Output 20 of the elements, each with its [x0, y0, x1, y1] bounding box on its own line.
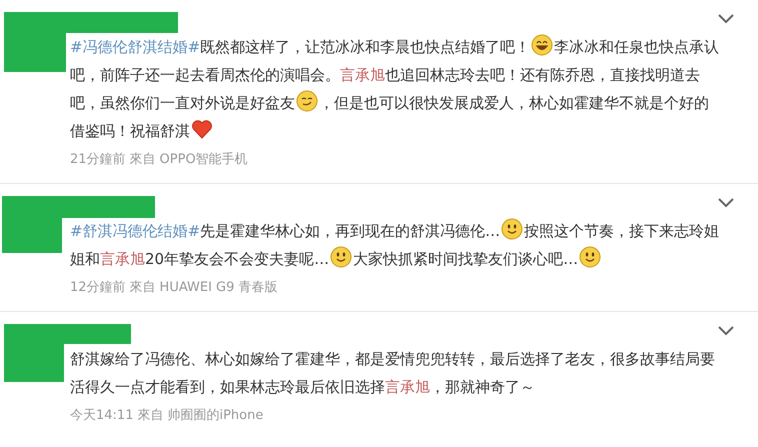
- hashtag-link[interactable]: #舒淇冯德伦结婚#: [70, 222, 200, 240]
- mention-link[interactable]: 言承旭: [340, 66, 385, 84]
- comment-text: #冯德伦舒淇结婚#既然都这样了，让范冰冰和李晨也快点结婚了吧！ 李冰冰和任泉也快点承认吧，前阵子还一起去看周杰伦的演唱会。言承旭也追回林志玲去吧！还有陈乔恩，直接找明道去吧，虽然你们一直对外说是好盆友 ，但是也可以很快发展成爱人，林心如霍建华不就是个好的借鉴吗！祝福舒淇: [70, 33, 720, 145]
- chevron-down-icon[interactable]: [718, 14, 734, 24]
- comment-time: 今天14:11: [70, 407, 134, 425]
- comment-time: 21分鐘前: [70, 151, 126, 169]
- source-label: 來自: [130, 279, 156, 297]
- device-name: OPPO智能手机: [160, 151, 248, 169]
- device-name: 帅囿囿的iPhone: [167, 407, 264, 425]
- comment-time: 12分鐘前: [70, 279, 126, 297]
- mention-link[interactable]: 言承旭: [385, 378, 430, 396]
- comment-text: 舒淇嫁给了冯德伦、林心如嫁给了霍建华，都是爱情兜兜转转，最后选择了老友，很多故事结局要活得久一点才能看到，如果林志玲最后依旧选择言承旭，那就神奇了～: [70, 349, 716, 398]
- chevron-down-icon[interactable]: [718, 326, 734, 336]
- chevron-down-icon[interactable]: [718, 198, 734, 208]
- source-label: 來自: [130, 151, 156, 169]
- device-name: HUAWEI G9 青春版: [160, 279, 278, 297]
- mention-link[interactable]: 言承旭: [100, 250, 145, 268]
- hashtag-link[interactable]: #冯德伦舒淇结婚#: [70, 38, 200, 56]
- source-label: 來自: [137, 407, 164, 425]
- comment-text: #舒淇冯德伦结婚#先是霍建华林心如，再到现在的舒淇冯德伦… 按照这个节奏，接下来志玲姐姐和言承旭20年挚友会不会变夫妻呢… 大家快抓紧时间找挚友们谈心吧…: [70, 217, 720, 273]
